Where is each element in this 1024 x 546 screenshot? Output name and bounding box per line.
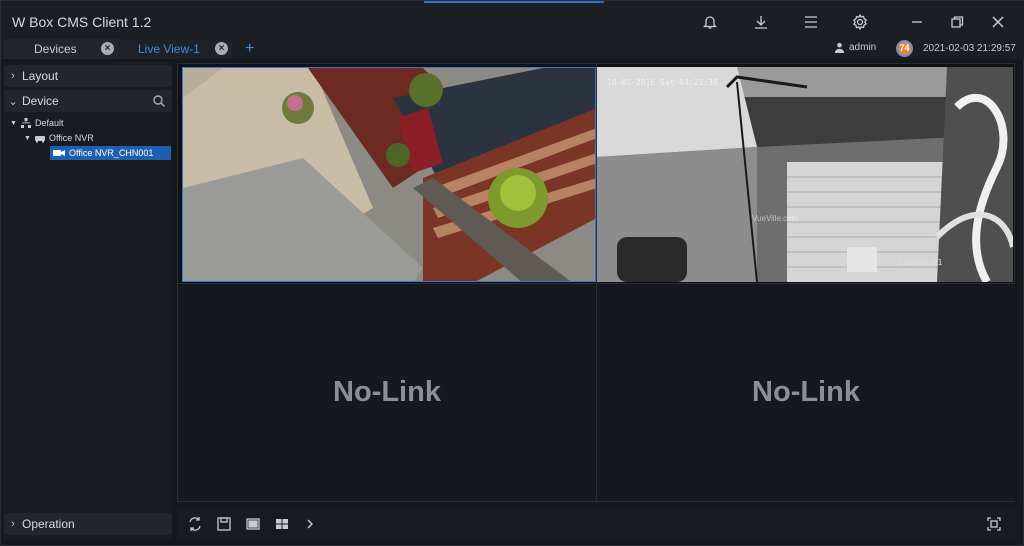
no-link-label: No-Link bbox=[752, 376, 860, 408]
notification-badge[interactable]: 74 bbox=[896, 40, 913, 57]
single-view-icon[interactable] bbox=[244, 515, 262, 533]
video-cell-4[interactable]: No-Link bbox=[597, 284, 1015, 501]
chevron-right-icon[interactable] bbox=[301, 515, 319, 533]
camera-osd-name: Camera 01 bbox=[899, 258, 943, 267]
sidebar-section-operation[interactable]: › Operation bbox=[4, 513, 172, 535]
title-bar: W Box CMS Client 1.2 bbox=[1, 1, 1024, 41]
tab-bar: Devices × Live View-1 × + admin 74 2021-… bbox=[1, 39, 1024, 59]
menu-icon[interactable] bbox=[801, 12, 821, 32]
tree-item-label: Office NVR bbox=[48, 133, 94, 143]
restore-icon[interactable] bbox=[947, 12, 967, 32]
tree-item-office-nvr[interactable]: ▼ Office NVR bbox=[24, 131, 94, 145]
user-icon bbox=[834, 42, 845, 53]
live-view-grid: 10-01-2016 Sat 04:21:30 VueVille.com Cam… bbox=[177, 63, 1015, 502]
download-icon[interactable] bbox=[751, 12, 771, 32]
section-label: Operation bbox=[22, 517, 75, 531]
camera-osd-timestamp: 10-01-2016 Sat 04:21:30 bbox=[607, 78, 718, 87]
video-cell-2[interactable]: 10-01-2016 Sat 04:21:30 VueVille.com Cam… bbox=[597, 67, 1013, 282]
sidebar-section-layout[interactable]: › Layout bbox=[4, 65, 172, 87]
title-accent-line bbox=[424, 1, 604, 3]
user-name: admin bbox=[849, 42, 877, 53]
app-title: W Box CMS Client 1.2 bbox=[12, 14, 152, 30]
video-cell-1[interactable] bbox=[182, 67, 596, 282]
fullscreen-icon[interactable] bbox=[985, 515, 1003, 533]
expand-arrow-icon: ▼ bbox=[10, 119, 17, 127]
section-label: Device bbox=[22, 94, 59, 108]
minimize-icon[interactable] bbox=[907, 12, 927, 32]
nvr-icon bbox=[34, 136, 45, 143]
sidebar-section-device[interactable]: ⌄ Device bbox=[4, 90, 172, 112]
quad-view-icon[interactable] bbox=[273, 515, 291, 533]
camera-icon bbox=[53, 150, 65, 156]
camera-feed-garage bbox=[597, 67, 1013, 282]
tab-devices[interactable]: Devices × bbox=[4, 39, 118, 59]
hierarchy-icon bbox=[20, 118, 31, 128]
tree-item-label: Default bbox=[34, 118, 64, 128]
camera-watermark: VueVille.com bbox=[752, 214, 799, 223]
expand-arrow-icon: ▼ bbox=[24, 134, 31, 142]
no-link-label: No-Link bbox=[333, 376, 441, 408]
tab-close-icon[interactable]: × bbox=[215, 42, 228, 55]
tab-live-view-label: Live View-1 bbox=[138, 42, 200, 56]
bell-icon[interactable] bbox=[700, 12, 720, 32]
close-icon[interactable] bbox=[988, 12, 1008, 32]
tree-item-default[interactable]: ▼ Default bbox=[10, 116, 63, 130]
camera-feed-outdoor bbox=[183, 68, 595, 281]
chevron-right-icon: › bbox=[11, 70, 15, 82]
sidebar: › Layout ⌄ Device ▼ Default ▼ Office NVR… bbox=[4, 62, 172, 539]
tree-item-label: Office NVR_CHN001 bbox=[69, 148, 154, 158]
tree-item-channel[interactable]: Office NVR_CHN001 bbox=[50, 146, 171, 160]
app-window: W Box CMS Client 1.2 Devices × Live View… bbox=[0, 0, 1024, 546]
gear-icon[interactable] bbox=[850, 12, 870, 32]
save-icon[interactable] bbox=[215, 515, 233, 533]
section-label: Layout bbox=[22, 69, 59, 83]
search-icon[interactable] bbox=[152, 94, 166, 108]
datetime-display: 2021-02-03 21:29:57 bbox=[923, 43, 1016, 54]
chevron-right-icon: › bbox=[11, 518, 15, 530]
bottom-toolbar bbox=[177, 507, 1017, 541]
tab-close-icon[interactable]: × bbox=[101, 42, 114, 55]
tab-live-view[interactable]: Live View-1 × bbox=[118, 39, 232, 59]
tab-devices-label: Devices bbox=[34, 42, 77, 56]
add-tab-button[interactable]: + bbox=[245, 39, 254, 59]
chevron-down-icon: ⌄ bbox=[8, 95, 18, 108]
user-info[interactable]: admin bbox=[834, 42, 876, 53]
sequence-icon[interactable] bbox=[186, 515, 204, 533]
video-cell-3[interactable]: No-Link bbox=[178, 284, 596, 501]
